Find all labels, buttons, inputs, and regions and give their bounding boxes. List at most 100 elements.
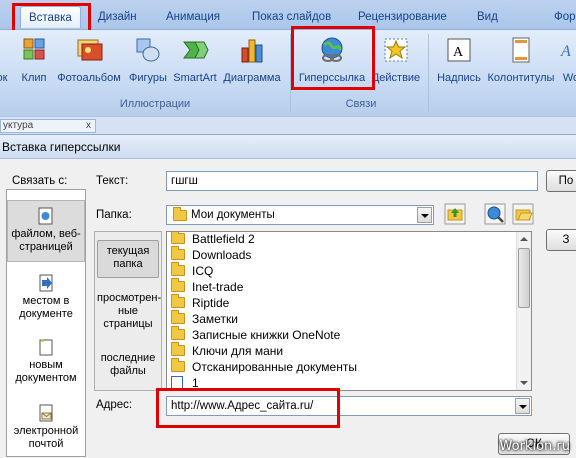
folder-icon [173, 207, 187, 221]
link-to-file-web[interactable]: файлом, веб-страницей [7, 200, 85, 262]
link-to-email[interactable]: электронной почтой [7, 400, 85, 456]
link-to-label: Связать с: [12, 175, 68, 187]
smartart-button[interactable]: SmartArt [172, 32, 218, 94]
file-list: Battlefield 2 Downloads ICQ Inet-trade R… [166, 231, 532, 391]
folder-icon [171, 326, 185, 340]
file-name: Battlefield 2 [192, 232, 255, 246]
file-name: Записные книжки OneNote [192, 328, 341, 342]
list-item[interactable]: Riptide [171, 294, 230, 311]
folder-label: Папка: [96, 209, 132, 221]
dialog-title: Вставка гиперссылки [0, 135, 576, 159]
tab-format[interactable]: Фор [554, 6, 576, 28]
screentip-button[interactable]: По [546, 170, 576, 192]
folder-icon [171, 358, 185, 372]
svg-text:A: A [453, 45, 464, 60]
file-list-scrollbar[interactable] [516, 232, 531, 390]
tab-slideshow[interactable]: Показ слайдов [252, 6, 331, 28]
folder-combo[interactable]: Мои документы [166, 205, 434, 225]
folder-icon [171, 262, 185, 276]
address-label: Адрес: [96, 399, 133, 411]
file-name: Inet-trade [192, 280, 244, 294]
place-in-document-icon [39, 274, 53, 292]
textbox-icon: A [447, 38, 471, 62]
scroll-thumb[interactable] [518, 248, 530, 308]
up-folder-icon[interactable] [444, 203, 466, 225]
scroll-up-icon[interactable] [520, 237, 528, 241]
bar-chart-icon [241, 39, 263, 63]
shapes-icon [136, 38, 160, 62]
folder-value: Мои документы [191, 209, 275, 221]
chevron-down-icon[interactable] [417, 207, 432, 223]
browsed-pages-item[interactable]: просмотрен-ные страницы [97, 290, 161, 334]
link-to-new-document-label: новым документом [15, 359, 77, 384]
clipart-icon [23, 38, 45, 60]
recent-files-item[interactable]: последние файлы [97, 350, 159, 380]
photoalbum-button[interactable]: Фотоальбом [54, 32, 124, 94]
text-label: Текст: [96, 175, 129, 187]
file-name: Отсканированные документы [192, 360, 357, 374]
current-folder-item[interactable]: текущая папка [97, 240, 159, 278]
file-name: Riptide [192, 296, 230, 310]
chart-label: Диаграмма [223, 72, 281, 84]
tab-animation[interactable]: Анимация [166, 6, 220, 28]
header-footer-label: Колонтитулы [487, 72, 555, 84]
star-action-icon [384, 38, 408, 62]
wordart-button[interactable]: A Wo [558, 32, 576, 94]
scroll-down-icon[interactable] [520, 381, 528, 385]
smartart-icon [183, 41, 209, 59]
list-item[interactable]: Ключи для мани [171, 342, 284, 359]
link-to-place[interactable]: местом в документе [7, 270, 85, 330]
link-to-place-label: местом в документе [19, 295, 73, 320]
header-footer-button[interactable]: Колонтитулы [486, 32, 556, 94]
shapes-label: Фигуры [129, 72, 167, 84]
textbox-button[interactable]: A Надпись [434, 32, 484, 94]
list-item[interactable]: ICQ [171, 262, 214, 279]
smartart-label: SmartArt [173, 72, 217, 84]
address-highlight [156, 388, 340, 428]
list-item[interactable]: Заметки [171, 310, 238, 327]
pane-strip: уктура x [0, 116, 576, 134]
structure-tab-label: уктура [3, 120, 34, 131]
file-name: ICQ [192, 264, 214, 278]
file-name: Ключи для мани [192, 344, 284, 358]
textbox-label: Надпись [437, 72, 481, 84]
ribbon: ок Клип Фотоальбом Фигуры SmartArt [0, 30, 576, 116]
insert-hyperlink-dialog: Вставка гиперссылки Связать с: Текст: гш… [0, 134, 576, 458]
action-button[interactable]: Действие [370, 32, 422, 94]
tab-view[interactable]: Вид [477, 6, 498, 28]
list-item[interactable]: Inet-trade [171, 278, 244, 295]
list-item[interactable]: Отсканированные документы [171, 358, 357, 375]
close-icon[interactable]: x [86, 120, 91, 132]
clipart-button[interactable]: Клип [16, 32, 52, 94]
chart-button[interactable]: Диаграмма [220, 32, 284, 94]
photoalbum-label: Фотоальбом [57, 72, 121, 84]
chevron-down-icon[interactable] [515, 398, 530, 414]
list-item[interactable]: Battlefield 2 [171, 232, 255, 247]
web-page-icon [38, 207, 53, 225]
list-item[interactable]: Записные книжки OneNote [171, 326, 341, 343]
email-icon [39, 404, 53, 422]
hyperlink-highlight [291, 26, 375, 90]
header-footer-icon [512, 37, 530, 63]
file-name: Downloads [192, 248, 252, 262]
list-item[interactable]: Downloads [171, 246, 252, 263]
folder-icon [171, 278, 185, 292]
structure-tab[interactable]: уктура x [0, 119, 96, 133]
link-to-new-document[interactable]: новым документом [7, 334, 85, 394]
group-label-links: Связи [345, 98, 377, 110]
wordart-icon: A [560, 43, 571, 60]
folder-icon [171, 246, 185, 260]
photoalbum-icon [77, 39, 103, 61]
tab-design[interactable]: Дизайн [98, 6, 137, 28]
shapes-button[interactable]: Фигуры [124, 32, 172, 94]
browse-web-icon[interactable] [484, 203, 506, 225]
text-field[interactable]: гшгш [166, 171, 538, 191]
bookmark-button[interactable]: З [546, 229, 576, 251]
browse-panel: текущая папка просмотрен-ные страницы по… [94, 231, 162, 391]
new-document-icon [39, 339, 53, 356]
folder-icon [171, 310, 185, 324]
browse-file-icon[interactable] [512, 203, 534, 225]
watermark: Workion.ru [499, 439, 570, 454]
table-button[interactable]: ок [0, 32, 14, 94]
tab-review[interactable]: Рецензирование [358, 6, 447, 28]
